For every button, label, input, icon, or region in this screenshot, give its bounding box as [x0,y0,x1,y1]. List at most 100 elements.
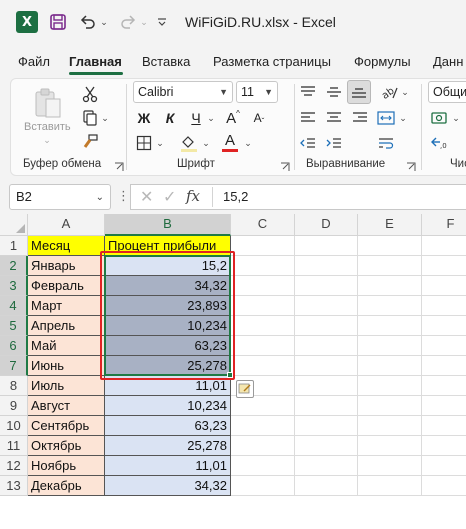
tab-home[interactable]: Главная [69,54,122,69]
alignment-launcher-icon[interactable] [406,159,416,171]
column-header-f[interactable]: F [422,214,466,236]
row-header-10[interactable]: 10 [0,416,28,436]
cell-c3[interactable] [231,276,295,296]
cell-d4[interactable] [295,296,358,316]
cell-f1[interactable] [422,236,466,256]
row-header-2[interactable]: 2 [0,256,28,276]
redo-dropdown-icon[interactable]: ⌄ [139,11,149,33]
paste-button-label[interactable]: Вставить [24,121,71,133]
bold-button[interactable]: Ж [134,108,154,128]
increase-indent-icon[interactable] [323,133,345,153]
align-bottom-icon[interactable] [347,80,371,104]
insert-function-icon[interactable]: fx [186,187,200,205]
decrease-indent-icon[interactable] [297,133,319,153]
paste-dropdown-icon[interactable]: ⌄ [40,134,54,146]
cell-e5[interactable] [358,316,422,336]
align-right-icon[interactable] [349,108,371,128]
formula-input[interactable]: 15,2 [223,189,248,204]
value-cell[interactable]: 25,278 [105,436,231,456]
cell-f10[interactable] [422,416,466,436]
value-cell[interactable]: 23,893 [105,296,231,316]
cell-c5[interactable] [231,316,295,336]
row-header-6[interactable]: 6 [0,336,28,356]
month-cell[interactable]: Январь [28,256,105,276]
merge-dropdown-icon[interactable]: ⌄ [398,112,408,124]
row-header-7[interactable]: 7 [0,356,28,376]
cell-d13[interactable] [295,476,358,496]
row-header-12[interactable]: 12 [0,456,28,476]
grow-font-button[interactable]: A ^ [222,108,244,128]
cell-c2[interactable] [231,256,295,276]
font-name-select[interactable]: Calibri ▼ [133,81,233,103]
cell-e11[interactable] [358,436,422,456]
copy-icon[interactable] [80,108,100,128]
number-format-select[interactable]: Общи [428,81,466,103]
column-header-a[interactable]: A [28,214,105,236]
cell-c13[interactable] [231,476,295,496]
tab-page-layout[interactable]: Разметка страницы [213,54,331,69]
cell-f4[interactable] [422,296,466,316]
column-header-d[interactable]: D [295,214,358,236]
cell-d7[interactable] [295,356,358,376]
row-header-8[interactable]: 8 [0,376,28,396]
cell-e2[interactable] [358,256,422,276]
cell-f9[interactable] [422,396,466,416]
month-cell[interactable]: Май [28,336,105,356]
borders-dropdown-icon[interactable]: ⌄ [155,137,165,149]
underline-button[interactable]: Ч [186,108,206,128]
month-cell[interactable]: Декабрь [28,476,105,496]
cell-c11[interactable] [231,436,295,456]
cell-f11[interactable] [422,436,466,456]
cell-e8[interactable] [358,376,422,396]
name-box[interactable]: B2 ⌄ [9,184,111,210]
cell-e10[interactable] [358,416,422,436]
quick-analysis-icon[interactable] [236,380,254,398]
cell-f7[interactable] [422,356,466,376]
borders-icon[interactable] [134,133,154,153]
value-cell[interactable]: 34,32 [105,276,231,296]
cell-c10[interactable] [231,416,295,436]
value-cell[interactable]: 63,23 [105,336,231,356]
row-header-11[interactable]: 11 [0,436,28,456]
cell-e1[interactable] [358,236,422,256]
underline-dropdown-icon[interactable]: ⌄ [206,112,216,124]
save-icon[interactable] [47,11,69,33]
tab-insert[interactable]: Вставка [142,54,190,69]
month-cell[interactable]: Октябрь [28,436,105,456]
cell-e13[interactable] [358,476,422,496]
month-cell[interactable]: Февраль [28,276,105,296]
value-cell[interactable]: 11,01 [105,376,231,396]
value-cell[interactable]: 25,278 [105,356,231,376]
italic-button[interactable]: К [160,108,180,128]
cell-d2[interactable] [295,256,358,276]
column-header-c[interactable]: C [231,214,295,236]
value-cell[interactable]: 11,01 [105,456,231,476]
cell-f13[interactable] [422,476,466,496]
cell-f3[interactable] [422,276,466,296]
align-center-icon[interactable] [323,108,345,128]
customize-toolbar-icon[interactable] [155,11,169,33]
month-cell[interactable]: Ноябрь [28,456,105,476]
clipboard-launcher-icon[interactable] [114,159,124,171]
month-cell[interactable]: Апрель [28,316,105,336]
name-box-dropdown-icon[interactable]: ⌄ [96,186,104,210]
row-header-13[interactable]: 13 [0,476,28,496]
cell-e7[interactable] [358,356,422,376]
undo-dropdown-icon[interactable]: ⌄ [99,11,109,33]
cell-d6[interactable] [295,336,358,356]
undo-icon[interactable] [77,11,99,33]
cell-c6[interactable] [231,336,295,356]
wrap-text-icon[interactable] [375,133,397,153]
accounting-format-icon[interactable] [430,108,450,128]
cell-f6[interactable] [422,336,466,356]
cell-d11[interactable] [295,436,358,456]
value-cell[interactable]: 34,32 [105,476,231,496]
cell-c4[interactable] [231,296,295,316]
cancel-entry-icon[interactable]: ✕ [140,187,153,207]
fill-handle[interactable] [227,372,233,378]
value-cell[interactable]: 15,2 [105,256,231,276]
cell-d9[interactable] [295,396,358,416]
cell-f2[interactable] [422,256,466,276]
cell-e3[interactable] [358,276,422,296]
cell-f8[interactable] [422,376,466,396]
